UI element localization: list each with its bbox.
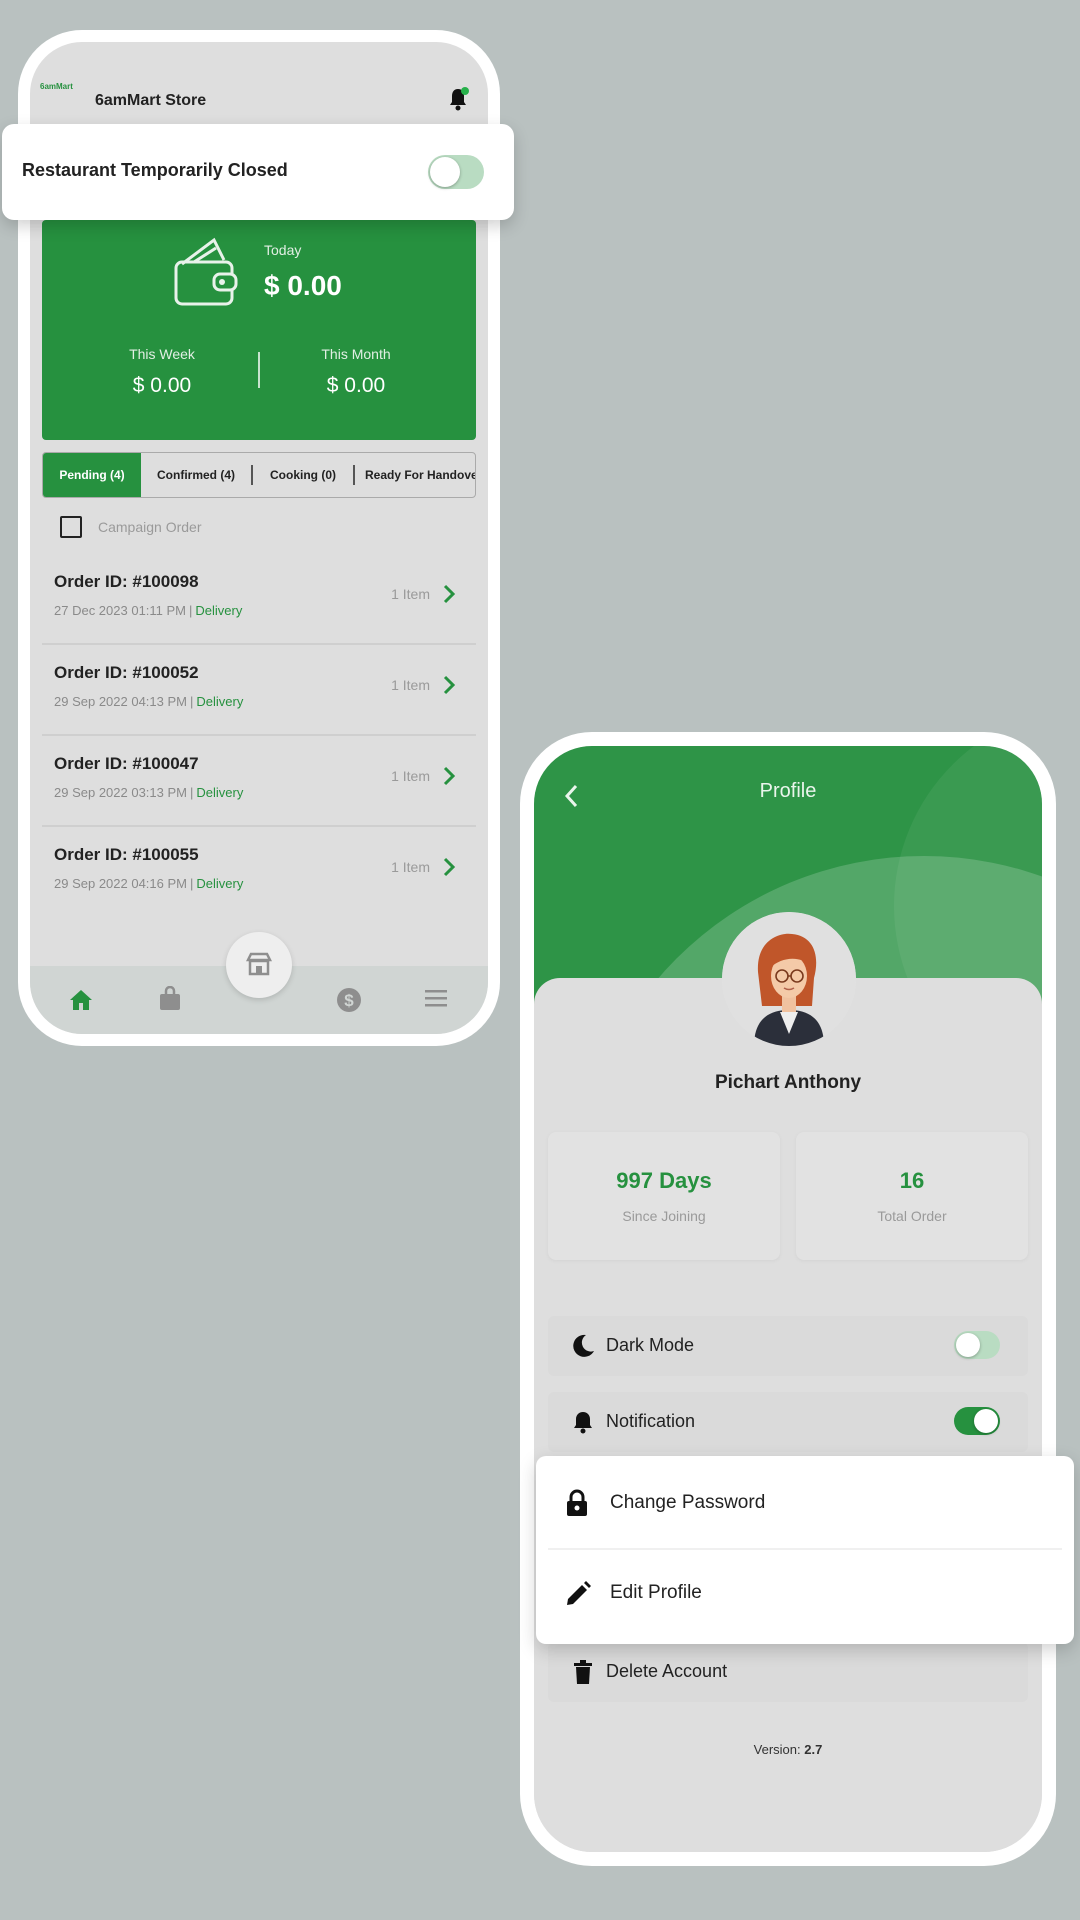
order-row[interactable]: Order ID: #100055 29 Sep 2022 04:16 PM | D… — [42, 827, 476, 918]
home-icon[interactable] — [68, 988, 94, 1012]
change-password-row[interactable]: Change Password — [536, 1456, 1074, 1550]
tab-divider — [353, 465, 355, 485]
total-order-value: 16 — [899, 1168, 925, 1193]
page-title: Profile — [759, 780, 817, 802]
order-id: Order ID: #100098 — [54, 572, 199, 591]
dark-mode-toggle[interactable] — [954, 1331, 1000, 1359]
order-row[interactable]: Order ID: #100047 29 Sep 2022 03:13 PM | D… — [42, 736, 476, 827]
order-meta: 29 Sep 2022 04:13 PM | Delivery — [54, 694, 244, 709]
earnings-card: Today $ 0.00 This Week $ 0.00 This Month… — [42, 220, 476, 440]
order-type: Delivery — [196, 876, 244, 891]
order-date: 29 Sep 2022 03:13 PM — [54, 785, 187, 800]
order-row[interactable]: Order ID: #100098 27 Dec 2023 01:11 PM | D… — [42, 554, 476, 645]
order-type: Delivery — [195, 603, 243, 618]
wallet-icon — [170, 236, 242, 310]
svg-text:$: $ — [344, 991, 354, 1010]
stat-card-orders: 16 Total Order — [796, 1132, 1028, 1260]
order-date: 27 Dec 2023 01:11 PM — [54, 603, 187, 618]
dollar-icon[interactable]: $ — [336, 987, 362, 1013]
chevron-right-icon[interactable] — [442, 857, 456, 877]
tab-cooking[interactable]: Cooking (0) — [253, 453, 353, 497]
campaign-order-checkbox[interactable] — [60, 516, 82, 538]
order-meta: 29 Sep 2022 04:16 PM | Delivery — [54, 876, 244, 891]
edit-profile-label: Edit Profile — [610, 1582, 702, 1603]
tab-ready-for-handover[interactable]: Ready For Handove — [365, 453, 475, 497]
profile-phone-frame: Profile Pichart Anthony 997 Days Since J… — [520, 732, 1056, 1866]
order-id: Order ID: #100055 — [54, 845, 199, 864]
order-items-count: 1 Item — [391, 859, 430, 875]
store-fab-button[interactable] — [226, 932, 292, 998]
tab-pending[interactable]: Pending (4) — [43, 453, 141, 497]
chevron-right-icon[interactable] — [442, 584, 456, 604]
order-meta: 27 Dec 2023 01:11 PM | Delivery — [54, 603, 243, 618]
store-name: 6amMart Store — [95, 92, 207, 109]
order-date: 29 Sep 2022 04:16 PM — [54, 876, 187, 891]
profile-screen: Profile Pichart Anthony 997 Days Since J… — [534, 746, 1042, 1852]
month-value: $ 0.00 — [326, 374, 386, 397]
total-order-label: Total Order — [877, 1208, 947, 1224]
temporarily-closed-label: Restaurant Temporarily Closed — [22, 160, 288, 180]
stat-card-days: 997 Days Since Joining — [548, 1132, 780, 1260]
order-id: Order ID: #100052 — [54, 663, 199, 682]
trash-icon — [570, 1659, 596, 1685]
order-items-count: 1 Item — [391, 768, 430, 784]
pencil-icon — [564, 1580, 592, 1608]
notification-bell-icon[interactable] — [446, 86, 470, 112]
notification-toggle[interactable] — [954, 1407, 1000, 1435]
order-date: 29 Sep 2022 04:13 PM — [54, 694, 187, 709]
store-icon — [245, 952, 273, 976]
delete-account-label: Delete Account — [606, 1661, 728, 1681]
order-meta: 29 Sep 2022 03:13 PM | Delivery — [54, 785, 244, 800]
lock-icon — [564, 1488, 590, 1518]
account-actions-card: Change Password Edit Profile — [536, 1456, 1074, 1644]
order-items-count: 1 Item — [391, 586, 430, 602]
version-info: Version: 2.7 — [534, 1742, 1042, 1757]
order-items-count: 1 Item — [391, 677, 430, 693]
version-value: 2.7 — [804, 1742, 823, 1757]
order-row[interactable]: Order ID: #100052 29 Sep 2022 04:13 PM | D… — [42, 645, 476, 736]
order-type: Delivery — [196, 785, 244, 800]
version-label: Version: — [753, 1742, 801, 1757]
temporarily-closed-toggle[interactable] — [428, 155, 484, 189]
month-label: This Month — [321, 346, 391, 362]
week-label: This Week — [129, 346, 195, 362]
campaign-order-label: Campaign Order — [98, 519, 202, 535]
bell-icon — [570, 1409, 596, 1435]
days-since-joining-label: Since Joining — [622, 1208, 706, 1224]
dark-mode-row: Dark Mode — [548, 1316, 1028, 1376]
temporarily-closed-banner: Restaurant Temporarily Closed — [2, 124, 514, 220]
week-value: $ 0.00 — [132, 374, 192, 397]
chevron-right-icon[interactable] — [442, 766, 456, 786]
store-logo: 6amMart — [40, 82, 73, 91]
chevron-right-icon[interactable] — [442, 675, 456, 695]
change-password-label: Change Password — [610, 1492, 766, 1513]
profile-name: Pichart Anthony — [714, 1072, 862, 1093]
delete-account-row[interactable]: Delete Account — [548, 1642, 1028, 1702]
dark-mode-label: Dark Mode — [606, 1335, 695, 1355]
edit-profile-row[interactable]: Edit Profile — [536, 1550, 1074, 1644]
moon-icon — [570, 1333, 596, 1359]
earnings-divider — [258, 352, 260, 388]
bag-icon[interactable] — [158, 985, 182, 1012]
order-type: Delivery — [196, 694, 244, 709]
days-since-joining-value: 997 Days — [616, 1168, 712, 1193]
order-status-tabs: Pending (4) Confirmed (4) Cooking (0) Re… — [42, 452, 476, 498]
avatar[interactable] — [722, 912, 856, 1046]
notification-label: Notification — [606, 1411, 696, 1431]
menu-icon[interactable] — [424, 988, 448, 1008]
tab-confirmed[interactable]: Confirmed (4) — [141, 453, 251, 497]
notification-row: Notification — [548, 1392, 1028, 1452]
today-value: $ 0.00 — [264, 270, 342, 301]
order-id: Order ID: #100047 — [54, 754, 199, 773]
today-label: Today — [264, 242, 302, 258]
